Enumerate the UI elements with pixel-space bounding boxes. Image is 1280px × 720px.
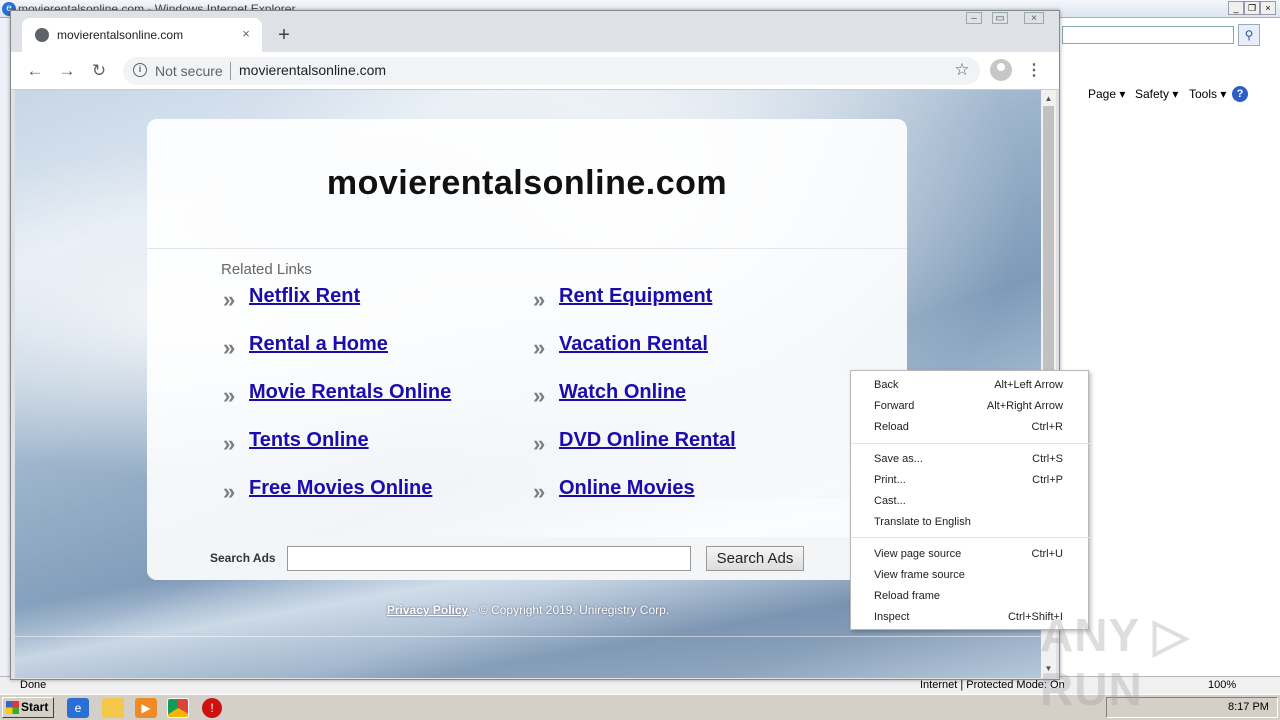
explorer-taskbar-icon[interactable] (102, 698, 124, 718)
chrome-close-button[interactable]: × (1024, 12, 1044, 24)
ctx-separator (851, 537, 1090, 538)
help-icon[interactable]: ? (1232, 86, 1248, 102)
ctx-label: Translate to English (874, 516, 971, 528)
link-arrow-icon: » (533, 335, 545, 360)
security-status[interactable]: Not secure (155, 63, 223, 79)
divider (147, 248, 907, 249)
browser-tab[interactable]: movierentalsonline.com (22, 18, 262, 52)
ctx-separator (851, 443, 1090, 444)
ctx-view-frame-source[interactable]: View frame source (851, 565, 1090, 586)
related-link[interactable]: Vacation Rental (559, 333, 708, 356)
ctx-shortcut: Ctrl+P (1032, 474, 1063, 486)
link-arrow-icon: » (533, 383, 545, 408)
related-link[interactable]: Online Movies (559, 477, 695, 500)
copyright-text: - © Copyright 2019, Uniregistry Corp. (468, 603, 670, 617)
alert-taskbar-icon[interactable]: ! (202, 698, 222, 718)
related-link[interactable]: Watch Online (559, 381, 686, 404)
context-menu: Back Alt+Left Arrow Forward Alt+Right Arro… (850, 370, 1090, 630)
search-ads-button[interactable]: Search Ads (706, 546, 804, 571)
ctx-cast[interactable]: Cast... (851, 491, 1090, 512)
link-arrow-icon: » (223, 287, 235, 312)
ctx-label: Reload (874, 421, 909, 433)
chrome-maximize-button[interactable]: ▭ (992, 12, 1008, 24)
link-arrow-icon: » (223, 383, 235, 408)
chrome-taskbar-icon[interactable] (167, 698, 189, 718)
link-arrow-icon: » (223, 431, 235, 456)
search-ads-label: Search Ads (210, 551, 276, 565)
tab-title: movierentalsonline.com (57, 28, 184, 42)
ie-taskbar-icon[interactable]: e (67, 698, 89, 718)
ctx-shortcut: Ctrl+U (1031, 548, 1063, 560)
ie-page-menu[interactable]: Page ▾ (1088, 87, 1125, 101)
link-arrow-icon: » (223, 335, 235, 360)
related-link[interactable]: Rent Equipment (559, 285, 712, 308)
back-arrow-icon[interactable]: ← (24, 60, 46, 82)
chrome-menu-icon[interactable]: ⋮ (1026, 60, 1042, 82)
ctx-back[interactable]: Back Alt+Left Arrow (851, 375, 1090, 396)
ie-tools-menu[interactable]: Tools ▾ (1189, 87, 1226, 101)
ctx-shortcut: Alt+Left Arrow (994, 379, 1063, 391)
page-title: movierentalsonline.com (326, 164, 728, 202)
ie-safety-menu[interactable]: Safety ▾ (1135, 87, 1178, 101)
privacy-policy-link[interactable]: Privacy Policy (387, 603, 468, 617)
ctx-label: Inspect (874, 611, 910, 623)
related-link[interactable]: DVD Online Rental (559, 429, 736, 452)
profile-avatar[interactable] (990, 59, 1012, 81)
link-arrow-icon: » (533, 431, 545, 456)
info-icon[interactable]: i (133, 63, 147, 77)
chrome-minimize-button[interactable]: – (966, 12, 982, 24)
start-label: Start (21, 700, 49, 714)
ie-status-text: Done (20, 679, 47, 691)
media-player-taskbar-icon[interactable]: ▶ (135, 698, 157, 718)
ctx-label: Forward (874, 400, 915, 412)
start-button[interactable]: Start (2, 697, 54, 718)
ctx-label: Save as... (874, 453, 923, 465)
address-separator (230, 62, 231, 80)
ctx-shortcut: Ctrl+R (1031, 421, 1063, 433)
search-ads-input[interactable] (287, 546, 691, 571)
ctx-forward[interactable]: Forward Alt+Right Arrow (851, 396, 1090, 417)
related-link[interactable]: Rental a Home (249, 333, 388, 356)
ctx-print[interactable]: Print... Ctrl+P (851, 470, 1090, 491)
ctx-shortcut: Ctrl+S (1032, 453, 1063, 465)
ie-restore-button[interactable]: ❐ (1244, 1, 1260, 15)
ctx-save-as[interactable]: Save as... Ctrl+S (851, 449, 1090, 470)
ctx-label: Cast... (874, 495, 906, 507)
related-link[interactable]: Tents Online (249, 429, 369, 452)
ie-search-icon[interactable]: ⚲ (1238, 24, 1260, 46)
link-arrow-icon: » (533, 479, 545, 504)
related-link[interactable]: Free Movies Online (249, 477, 432, 500)
ctx-reload[interactable]: Reload Ctrl+R (851, 417, 1090, 438)
reload-icon[interactable]: ↻ (88, 60, 110, 82)
related-links-heading: Related Links (221, 261, 312, 278)
ctx-reload-frame[interactable]: Reload frame (851, 586, 1090, 607)
bookmark-star-icon[interactable]: ☆ (952, 60, 972, 80)
related-link[interactable]: Netflix Rent (249, 285, 360, 308)
ie-close-button[interactable]: × (1260, 1, 1276, 15)
tab-close-icon[interactable]: × (238, 26, 254, 42)
ctx-label: View frame source (874, 569, 965, 581)
ctx-view-page-source[interactable]: View page source Ctrl+U (851, 544, 1090, 565)
ie-search-box[interactable] (1062, 26, 1234, 44)
link-arrow-icon: » (533, 287, 545, 312)
new-tab-button[interactable]: + (274, 24, 294, 46)
related-link[interactable]: Movie Rentals Online (249, 381, 451, 404)
ctx-label: Back (874, 379, 899, 391)
globe-icon (35, 28, 49, 42)
url-text[interactable]: movierentalsonline.com (239, 62, 386, 78)
ctx-shortcut: Alt+Right Arrow (986, 400, 1063, 412)
ctx-label: View page source (874, 548, 962, 560)
scrollbar-thumb[interactable] (1043, 106, 1054, 374)
ie-minimize-button[interactable]: _ (1228, 1, 1244, 15)
footer-divider (15, 636, 1041, 637)
forward-arrow-icon[interactable]: → (56, 60, 78, 82)
ctx-translate[interactable]: Translate to English (851, 512, 1090, 533)
windows-logo-icon (6, 701, 19, 714)
scroll-up-icon[interactable]: ▲ (1041, 92, 1056, 106)
ctx-label: Print... (874, 474, 906, 486)
ctx-label: Reload frame (874, 590, 941, 602)
link-arrow-icon: » (223, 479, 235, 504)
anyrun-watermark: ANY ▷ RUN (1040, 609, 1190, 715)
